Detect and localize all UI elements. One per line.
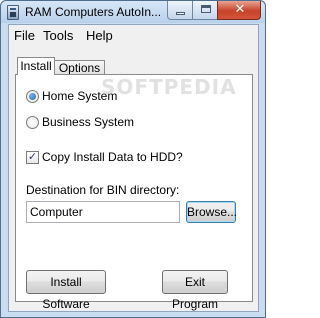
title-bar[interactable]: RAM Computers AutoIn... ✕ [1,1,265,23]
menu-tools[interactable]: Tools [43,28,73,43]
exit-program-button[interactable]: Exit Program [162,270,228,311]
window-title: RAM Computers AutoIn... [25,5,162,19]
business-system-radio[interactable] [26,116,39,129]
client-area: File Tools Help Install Options SOFTPEDI… [8,24,259,312]
tab-install-label: Install [20,59,52,73]
maximize-button[interactable] [192,1,218,20]
destination-label: Destination for BIN directory: [26,183,180,197]
minimize-icon [176,12,185,15]
copy-install-data-label[interactable]: Copy Install Data to HDD? [42,150,183,164]
tab-options[interactable]: Options [55,60,105,75]
minimize-button[interactable] [167,1,193,20]
business-system-label[interactable]: Business System [42,115,134,129]
menu-help[interactable]: Help [86,28,113,43]
watermark: SOFTPEDIA [101,75,237,99]
install-software-button[interactable]: Install Software [26,270,106,311]
destination-input[interactable]: Computer [26,201,180,223]
exit-program-label: Exit Program [171,275,218,311]
copy-install-data-checkbox[interactable]: ✓ [26,150,39,164]
checkmark-icon: ✓ [27,150,38,163]
menu-bar: File Tools Help [9,25,258,45]
close-icon: ✕ [234,2,246,17]
install-software-label: Install Software [42,275,90,311]
menu-file[interactable]: File [14,28,35,43]
home-system-radio[interactable] [26,90,39,103]
tab-options-label: Options [58,61,101,75]
app-icon[interactable] [7,5,19,20]
browse-button-label: Browse... [187,205,238,219]
destination-value: Computer [30,205,83,219]
tab-install[interactable]: Install [17,57,55,75]
maximize-icon [201,5,211,13]
install-panel: Home System Business System ✓ Copy Insta… [15,74,253,311]
close-button[interactable]: ✕ [217,1,261,20]
app-window: RAM Computers AutoIn... ✕ File Tools Hel… [0,0,266,318]
browse-button[interactable]: Browse... [186,201,238,223]
